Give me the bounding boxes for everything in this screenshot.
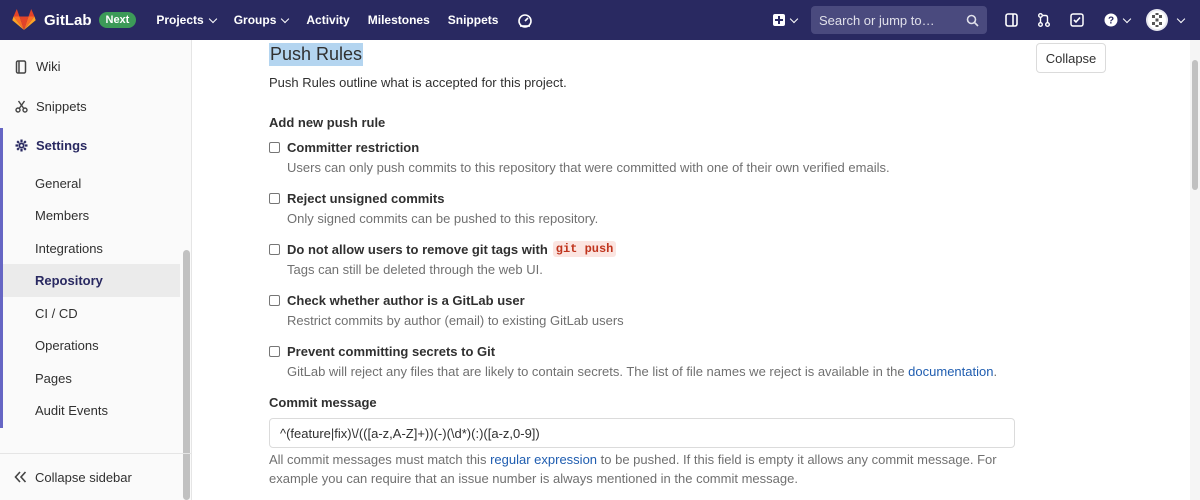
rule-reject-unsigned: Reject unsigned commits Only signed comm… bbox=[269, 191, 1029, 226]
rule-label[interactable]: Do not allow users to remove git tags wi… bbox=[287, 242, 548, 257]
committer-restriction-checkbox[interactable] bbox=[269, 142, 280, 153]
commit-message-help: All commit messages must match this regu… bbox=[269, 450, 1009, 488]
help-dropdown[interactable]: ? bbox=[1104, 13, 1132, 27]
todo-icon[interactable] bbox=[1070, 13, 1084, 27]
performance-bar-icon[interactable] bbox=[516, 11, 534, 29]
rule-prevent-secrets: Prevent committing secrets to Git GitLab… bbox=[269, 344, 1029, 379]
chevron-down-icon bbox=[281, 14, 290, 23]
reject-unsigned-checkbox[interactable] bbox=[269, 193, 280, 204]
nav-milestones-label: Milestones bbox=[367, 13, 430, 27]
sidebar-sub-ci-cd[interactable]: CI / CD bbox=[35, 306, 78, 321]
page-scrollbar-thumb[interactable] bbox=[1192, 60, 1198, 190]
main-content: Push Rules Collapse Push Rules outline w… bbox=[193, 40, 1188, 500]
sidebar-item-wiki[interactable]: Wiki bbox=[0, 59, 180, 74]
rule-help: Only signed commits can be pushed to thi… bbox=[287, 211, 599, 226]
commit-message-input[interactable]: ^(feature|fix)\/(([a-z,A-Z]+))(-)(\d*)(:… bbox=[269, 418, 1015, 448]
sidebar-sub-operations[interactable]: Operations bbox=[35, 338, 99, 353]
nav-snippets[interactable]: Snippets bbox=[448, 13, 499, 27]
deny-delete-tag-checkbox[interactable] bbox=[269, 243, 280, 255]
nav-projects[interactable]: Projects bbox=[156, 13, 217, 27]
rule-help: Tags can still be deleted through the we… bbox=[287, 262, 543, 277]
prevent-secrets-checkbox[interactable] bbox=[269, 346, 280, 357]
rule-label[interactable]: Reject unsigned commits bbox=[287, 191, 444, 206]
inline-code: git push bbox=[552, 241, 617, 257]
chevron-down-icon bbox=[789, 14, 799, 23]
brand-name[interactable]: GitLab bbox=[44, 12, 92, 29]
sidebar-sub-pages[interactable]: Pages bbox=[35, 371, 72, 386]
nav-activity-label: Activity bbox=[306, 13, 350, 27]
merge-request-icon[interactable] bbox=[1038, 13, 1050, 27]
question-icon: ? bbox=[1104, 13, 1118, 27]
new-dropdown-button[interactable] bbox=[773, 14, 799, 26]
scissors-icon bbox=[14, 100, 28, 114]
sidebar-sub-repository[interactable]: Repository bbox=[35, 273, 103, 288]
rule-label[interactable]: Check whether author is a GitLab user bbox=[287, 293, 525, 308]
top-navbar: GitLab Next Projects Groups Activity Mil… bbox=[0, 0, 1200, 40]
plus-icon bbox=[773, 14, 785, 26]
collapse-sidebar-button[interactable]: Collapse sidebar bbox=[0, 453, 192, 500]
sidebar-item-label: Wiki bbox=[36, 59, 61, 74]
rule-help-end: . bbox=[993, 364, 998, 379]
chevron-down-icon bbox=[1176, 14, 1186, 23]
main-nav: Projects Groups Activity Milestones Snip… bbox=[156, 0, 552, 40]
sidebar-sub-general[interactable]: General bbox=[35, 176, 81, 191]
rule-committer-restriction: Committer restriction Users can only pus… bbox=[269, 140, 1029, 175]
sidebar-sub-members[interactable]: Members bbox=[35, 208, 89, 223]
sidebar-sub-integrations[interactable]: Integrations bbox=[35, 241, 103, 256]
rule-help: GitLab will reject any files that are li… bbox=[287, 364, 1029, 379]
rule-deny-delete-tag: Do not allow users to remove git tags wi… bbox=[269, 241, 1029, 277]
gear-icon bbox=[14, 139, 28, 153]
book-icon bbox=[14, 59, 28, 74]
section-description: Push Rules outline what is accepted for … bbox=[269, 75, 567, 90]
next-badge[interactable]: Next bbox=[98, 12, 137, 28]
right-nav: Search or jump to… ? bbox=[773, 0, 1190, 40]
commit-message-heading: Commit message bbox=[269, 395, 377, 410]
tanuki-icon bbox=[12, 9, 36, 30]
chevron-down-icon bbox=[208, 14, 217, 23]
nav-snippets-label: Snippets bbox=[447, 13, 499, 27]
chevron-down-icon bbox=[1122, 14, 1132, 23]
rule-help: Restrict commits by author (email) to ex… bbox=[287, 313, 624, 328]
page-title: Push Rules bbox=[269, 43, 364, 66]
rule-help-text: GitLab will reject any files that are li… bbox=[287, 364, 905, 379]
nav-milestones[interactable]: Milestones bbox=[368, 13, 430, 27]
sidebar-toggle-icon[interactable] bbox=[1005, 13, 1018, 27]
rule-label[interactable]: Prevent committing secrets to Git bbox=[287, 344, 495, 359]
rule-label[interactable]: Committer restriction bbox=[287, 140, 419, 155]
nav-activity[interactable]: Activity bbox=[306, 13, 349, 27]
double-chevron-left-icon bbox=[14, 471, 27, 483]
search-placeholder: Search or jump to… bbox=[819, 12, 935, 28]
avatar bbox=[1146, 9, 1168, 31]
member-check-checkbox[interactable] bbox=[269, 295, 280, 306]
help-text: All commit messages must match this bbox=[269, 452, 487, 467]
user-menu[interactable] bbox=[1146, 9, 1186, 31]
search-input[interactable]: Search or jump to… bbox=[811, 6, 987, 34]
collapse-button[interactable]: Collapse bbox=[1036, 43, 1106, 73]
rule-member-check: Check whether author is a GitLab user Re… bbox=[269, 293, 1029, 328]
sidebar-item-snippets[interactable]: Snippets bbox=[0, 99, 180, 114]
sidebar-item-label: Settings bbox=[36, 138, 88, 153]
add-push-rule-heading: Add new push rule bbox=[269, 115, 386, 130]
rule-help: Users can only push commits to this repo… bbox=[287, 160, 890, 175]
nav-groups-label: Groups bbox=[233, 13, 277, 27]
svg-text:?: ? bbox=[1108, 16, 1114, 27]
sidebar-item-label: Snippets bbox=[36, 99, 87, 114]
nav-projects-label: Projects bbox=[156, 13, 204, 27]
gitlab-logo[interactable]: GitLab Next bbox=[12, 9, 137, 31]
nav-groups[interactable]: Groups bbox=[233, 13, 290, 27]
search-icon bbox=[966, 14, 979, 27]
project-sidebar: Wiki Snippets Settings General Members I… bbox=[0, 40, 192, 500]
collapse-sidebar-label: Collapse sidebar bbox=[35, 469, 132, 485]
documentation-link[interactable]: documentation bbox=[908, 364, 993, 379]
sidebar-item-settings[interactable]: Settings bbox=[0, 138, 180, 153]
regular-expression-link[interactable]: regular expression bbox=[490, 452, 597, 467]
sidebar-sub-audit-events[interactable]: Audit Events bbox=[35, 403, 108, 418]
